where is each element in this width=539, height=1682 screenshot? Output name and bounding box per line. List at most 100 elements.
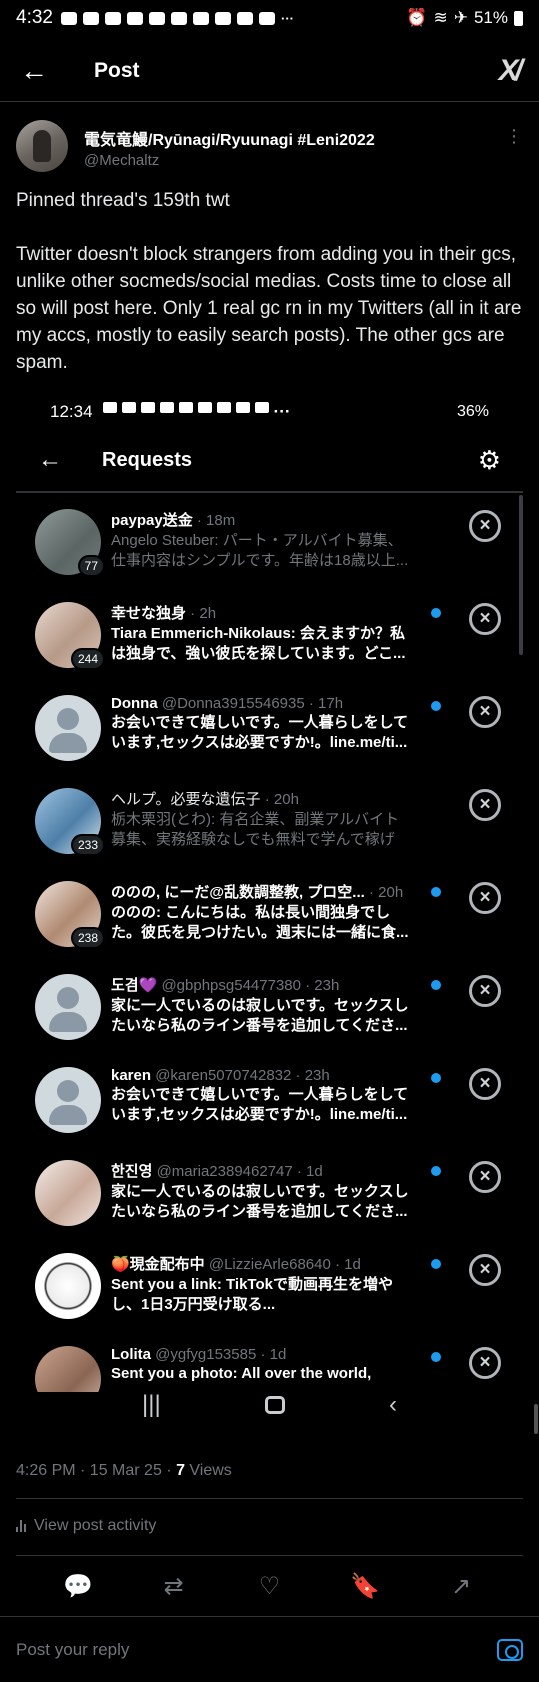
youtube-icon	[104, 11, 121, 25]
gear-icon: ⚙	[477, 444, 501, 475]
post-image[interactable]: 12:34 ··· 36% ← Requests ⚙ 77 paypay送金 ·…	[0, 395, 539, 1425]
list-item: 77 paypay送金 · 18m Angelo Steuber: パート・アル…	[16, 497, 523, 590]
discord-icon	[102, 402, 117, 413]
member-count-badge: 77	[77, 555, 105, 577]
post-author: 電気竜鰻/Ryūnagi/Ryuunagi #Leni2022 @Mechalt…	[16, 120, 523, 172]
status-time: 4:32	[16, 7, 53, 28]
discord-icon	[148, 11, 165, 25]
discord-icon	[159, 402, 174, 413]
reply-composer[interactable]: Post your reply	[0, 1632, 539, 1668]
grok-icon[interactable]: X/	[499, 54, 523, 88]
close-icon: ×	[469, 603, 501, 635]
discord-icon	[235, 402, 250, 413]
unread-dot	[431, 1166, 441, 1176]
camera-icon[interactable]	[497, 1639, 523, 1661]
request-preview: 栃木栗羽(とわ): 有名企業、副業アルバイト募集、実務経験なしでも無料で学んで稼…	[111, 811, 400, 848]
bookmark-icon[interactable]: 🔖	[345, 1572, 385, 1601]
request-preview: Tiara Emmerich-Nikolaus: 会えますか？私は独身で、強い彼…	[111, 625, 406, 662]
close-icon: ×	[469, 696, 501, 728]
list-item: karen @karen5070742832 · 23h お会いできて嬉しいです…	[16, 1055, 523, 1148]
youtube-icon	[60, 11, 77, 25]
share-icon[interactable]: ↗	[441, 1572, 481, 1601]
avatar	[35, 1067, 101, 1133]
discord-icon	[140, 402, 155, 413]
request-name: paypay送金	[111, 512, 193, 529]
discord-icon	[192, 11, 209, 25]
list-item: 🍑現金配布中 @LizzieArle68640 · 1d Sent you a …	[16, 1241, 523, 1334]
image-status-time: 12:34	[50, 402, 93, 421]
post-paragraph-2: Twitter doesn't block strangers from add…	[16, 244, 522, 373]
youtube-icon	[82, 11, 99, 25]
post-text: Pinned thread's 159th twt Twitter doesn'…	[16, 187, 526, 403]
reply-icon[interactable]: 💬	[58, 1572, 98, 1601]
top-bar: ← Post X/	[0, 40, 539, 102]
reply-input[interactable]: Post your reply	[16, 1640, 129, 1660]
discord-icon	[170, 11, 187, 25]
battery-percent: 51%	[473, 8, 508, 27]
request-name: 한진영	[111, 1163, 153, 1180]
discord-icon	[121, 402, 136, 413]
member-count-badge: 244	[70, 648, 105, 670]
close-icon: ×	[469, 975, 501, 1007]
like-icon[interactable]: ♡	[249, 1572, 289, 1601]
back-arrow-icon[interactable]: ←	[20, 55, 60, 87]
image-scrollbar	[519, 495, 523, 655]
request-preview: 家に一人でいるのは寂しいです。セックスしたいなら私のライン番号を追加してくださ.…	[111, 1183, 409, 1220]
avatar	[35, 1160, 101, 1226]
status-bar: 4:32 ··· ⏰ ≋ ✈ 51%	[0, 0, 539, 36]
list-item: 233 ヘルプ。必要な遺伝子 · 20h 栃木栗羽(とわ): 有名企業、副業アル…	[16, 776, 523, 869]
request-name: 🍑現金配布中	[111, 1256, 205, 1273]
unread-dot	[431, 980, 441, 990]
discord-icon	[216, 402, 231, 413]
list-item: 244 幸せな独身 · 2h Tiara Emmerich-Nikolaus: …	[16, 590, 523, 683]
author-names: 電気竜鰻/Ryūnagi/Ryuunagi #Leni2022 @Mechalt…	[84, 120, 375, 172]
avatar	[35, 1253, 101, 1319]
image-battery-percent: 36%	[456, 403, 489, 420]
author-handle[interactable]: @Mechaltz	[84, 152, 375, 169]
request-meta: @gbphpsg54477380 · 23h	[157, 977, 340, 994]
request-meta: @LizzieArle68640 · 1d	[204, 1256, 361, 1273]
alarm-icon: ⏰	[406, 8, 428, 27]
unread-dot	[431, 701, 441, 711]
instagram-icon	[126, 11, 143, 25]
repost-icon[interactable]: ⇄	[154, 1572, 194, 1601]
author-name[interactable]: 電気竜鰻/Ryūnagi/Ryuunagi #Leni2022	[84, 126, 375, 150]
more-notifications: ···	[280, 10, 294, 26]
wifi-icon: ≋	[433, 8, 448, 27]
member-count-badge: 238	[70, 927, 105, 949]
back-arrow-icon: ←	[38, 446, 62, 473]
close-icon: ×	[469, 789, 501, 821]
system-icons: ⏰ ≋ ✈ 51%	[406, 8, 523, 28]
request-name: 도겸💜	[111, 977, 158, 994]
image-status-bar: 12:34 ··· 36%	[0, 395, 539, 429]
request-meta: @karen5070742832 · 23h	[151, 1067, 330, 1084]
view-post-activity[interactable]: View post activity	[16, 1517, 156, 1535]
divider	[0, 1616, 539, 1617]
request-meta: @Donna3915546935 · 17h	[157, 695, 344, 712]
avatar[interactable]	[16, 120, 68, 172]
discord-icon	[178, 402, 193, 413]
analytics-icon	[16, 1520, 26, 1532]
request-meta: · 20h	[260, 791, 299, 808]
back-icon: ‹	[388, 1391, 397, 1418]
image-notification-icons: ···	[102, 402, 291, 422]
discord-icon	[197, 402, 212, 413]
more-options-icon[interactable]: ⋮	[505, 126, 523, 172]
request-preview: 家に一人でいるのは寂しいです。セックスしたいなら私のライン番号を追加してくださ.…	[111, 997, 409, 1034]
views-count: 7	[176, 1462, 185, 1479]
request-preview: ののの: こんにちは。私は長い間独身でした。彼氏を見つけたい。週末には一緒に食.…	[111, 904, 409, 941]
battery-icon	[514, 10, 523, 26]
avatar: 238	[35, 881, 105, 949]
more-notifications: ···	[273, 402, 291, 421]
close-icon: ×	[469, 1161, 501, 1193]
avatar	[35, 695, 101, 761]
action-bar: 💬 ⇄ ♡ 🔖 ↗	[0, 1572, 539, 1601]
request-name: karen	[111, 1067, 152, 1084]
unread-dot	[431, 608, 441, 618]
list-item: 도겸💜 @gbphpsg54477380 · 23h 家に一人でいるのは寂しいで…	[16, 962, 523, 1055]
view-activity-label: View post activity	[34, 1517, 157, 1534]
avatar: 77	[35, 509, 105, 577]
unread-dot	[431, 1073, 441, 1083]
close-icon: ×	[469, 1347, 501, 1379]
avatar: 233	[35, 788, 105, 856]
